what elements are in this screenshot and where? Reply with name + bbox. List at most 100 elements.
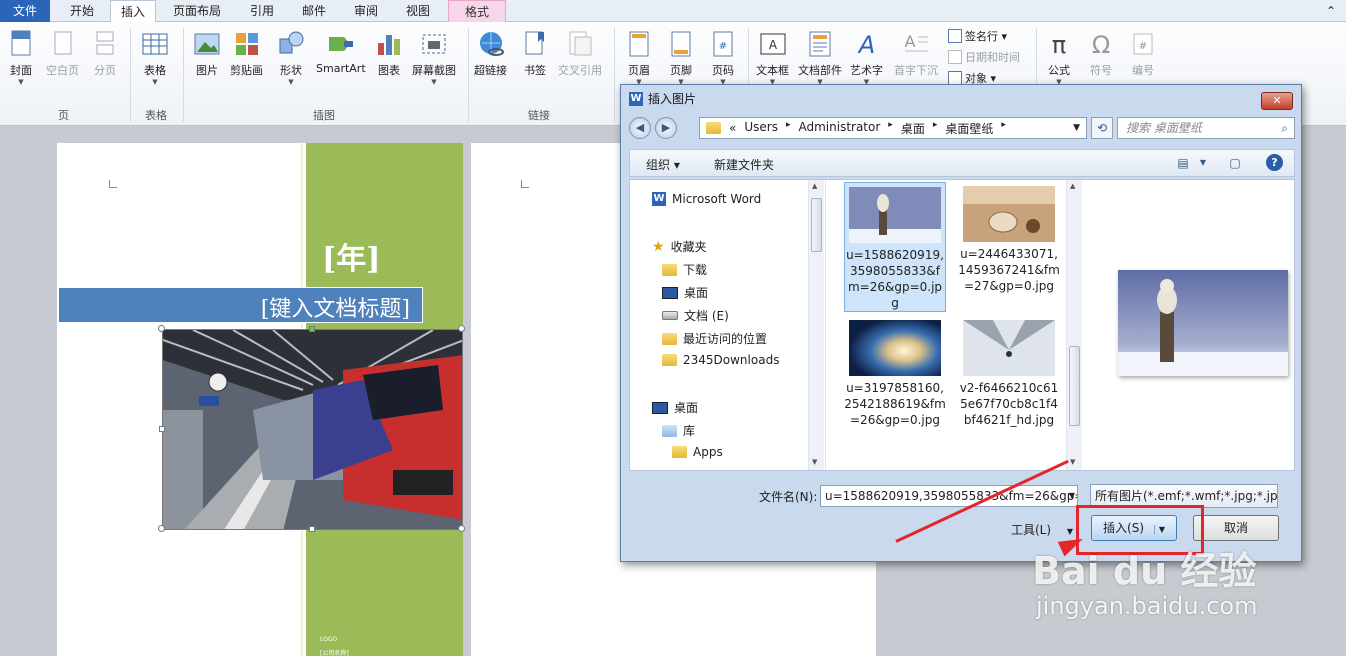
shapes-button[interactable]: 形状 ▼: [276, 28, 306, 86]
document-title-placeholder[interactable]: [键入文档标题]: [261, 291, 410, 323]
address-bar[interactable]: « Users ▸ Administrator ▸ 桌面 ▸ 桌面壁纸 ▸ ▼: [699, 117, 1087, 139]
wordart-button[interactable]: A 艺术字 ▼: [850, 28, 883, 86]
file-item[interactable]: v2-f6466210c615e67f70cb8c1f4bf4621f_hd.j…: [958, 316, 1060, 428]
equation-button[interactable]: π 公式 ▼: [1044, 28, 1074, 86]
refresh-button[interactable]: ⟲: [1091, 117, 1113, 139]
breadcrumb-separator-icon[interactable]: ▸: [1001, 120, 1006, 137]
nav-item[interactable]: 2345Downloads: [662, 353, 779, 367]
nav-item[interactable]: 最近访问的位置: [662, 330, 767, 347]
logo-placeholder: LOGO: [320, 636, 338, 643]
tab-7[interactable]: 视图: [394, 0, 442, 22]
screenshot-button[interactable]: 屏幕截图 ▼: [412, 28, 456, 86]
cross-reference-button[interactable]: 交叉引用: [558, 28, 602, 78]
resize-handle[interactable]: [309, 526, 315, 532]
breadcrumb-item[interactable]: Administrator: [798, 120, 880, 137]
nav-scrollbar[interactable]: ▲ ▼: [808, 180, 824, 470]
chevron-down-icon[interactable]: ▼: [1069, 486, 1075, 506]
tab-8[interactable]: 格式: [448, 0, 506, 22]
document-title-box[interactable]: [键入文档标题]: [58, 287, 423, 323]
resize-handle[interactable]: [458, 325, 465, 332]
file-scrollbar[interactable]: ▲ ▼: [1066, 180, 1082, 470]
symbol-button[interactable]: Ω 符号: [1086, 28, 1116, 78]
help-icon[interactable]: ?: [1266, 154, 1283, 171]
search-icon[interactable]: ⌕: [1281, 118, 1288, 138]
page-break-button[interactable]: 分页: [90, 28, 120, 78]
scroll-down-icon[interactable]: ▼: [1070, 458, 1075, 466]
clipart-button[interactable]: 剪贴画: [230, 28, 263, 78]
tab-4[interactable]: 引用: [238, 0, 286, 22]
nav-item[interactable]: 桌面: [662, 284, 708, 301]
header-button[interactable]: 页眉 ▼: [624, 28, 654, 86]
resize-handle[interactable]: [158, 325, 165, 332]
date-time-button[interactable]: 日期和时间: [948, 49, 1020, 65]
file-item[interactable]: u=1588620919,3598055833&fm=26&gp=0.jpg: [844, 182, 946, 312]
scroll-thumb[interactable]: [1069, 346, 1080, 426]
cover-page-button[interactable]: 封面 ▼: [6, 28, 36, 86]
tab-3[interactable]: 页面布局: [162, 0, 232, 22]
nav-item[interactable]: 库: [662, 422, 695, 439]
signature-line-button[interactable]: 签名行 ▾: [948, 28, 1007, 44]
hyperlink-button[interactable]: 超链接: [474, 28, 507, 78]
nav-item[interactable]: Apps: [672, 445, 723, 459]
picture-button[interactable]: 图片: [192, 28, 222, 78]
forward-button[interactable]: ▶: [655, 117, 677, 139]
cancel-button[interactable]: 取消: [1193, 515, 1279, 541]
breadcrumb-item[interactable]: 桌面壁纸: [945, 120, 993, 137]
file-item[interactable]: u=3197858160,2542188619&fm=26&gp=0.jpg: [844, 316, 946, 428]
breadcrumb-item[interactable]: Users: [744, 120, 778, 137]
search-input[interactable]: 搜索 桌面壁纸 ⌕: [1117, 117, 1295, 139]
number-button[interactable]: # 编号: [1128, 28, 1158, 78]
scroll-down-icon[interactable]: ▼: [812, 458, 817, 466]
table-button[interactable]: 表格 ▼: [140, 28, 170, 86]
resize-handle[interactable]: [159, 426, 165, 432]
scroll-up-icon[interactable]: ▲: [1070, 182, 1075, 190]
breadcrumb-prefix[interactable]: «: [729, 121, 736, 135]
close-button[interactable]: ✕: [1261, 92, 1293, 110]
breadcrumb-separator-icon[interactable]: ▸: [786, 120, 791, 137]
chart-button[interactable]: 图表: [374, 28, 404, 78]
nav-item[interactable]: ★ 收藏夹: [652, 238, 707, 255]
drop-cap-button[interactable]: A 首字下沉: [894, 28, 938, 78]
footer-button[interactable]: 页脚 ▼: [666, 28, 696, 86]
breadcrumb-item[interactable]: 桌面: [901, 120, 925, 137]
tab-0[interactable]: 文件: [0, 0, 50, 22]
resize-handle[interactable]: [458, 525, 465, 532]
ribbon-group-label: 插图: [313, 109, 335, 122]
organize-button[interactable]: 组织 ▾: [646, 156, 680, 173]
scroll-thumb[interactable]: [811, 198, 822, 252]
rotate-handle[interactable]: [309, 326, 315, 332]
nav-item[interactable]: 下载: [662, 261, 707, 278]
page-number-button[interactable]: # 页码 ▼: [708, 28, 738, 86]
textbox-button[interactable]: A 文本框 ▼: [756, 28, 789, 86]
tab-1[interactable]: 开始: [56, 0, 108, 22]
smartart-button[interactable]: SmartArt: [316, 28, 366, 75]
tab-5[interactable]: 邮件: [290, 0, 338, 22]
nav-item[interactable]: W Microsoft Word: [652, 192, 761, 206]
bookmark-button[interactable]: 书签: [520, 28, 550, 78]
nav-item[interactable]: 文档 (E): [662, 307, 729, 324]
scroll-up-icon[interactable]: ▲: [812, 182, 817, 190]
file-name-input[interactable]: u=1588620919,3598055833&fm=26&gp=0.jpg ▼: [820, 485, 1078, 507]
company-placeholder: [公司名称]: [320, 650, 349, 656]
tab-2[interactable]: 插入: [110, 0, 156, 23]
breadcrumb-separator-icon[interactable]: ▸: [888, 120, 893, 137]
tab-6[interactable]: 审阅: [342, 0, 390, 22]
baidu-watermark-url: jingyan.baidu.com: [1036, 592, 1258, 620]
chevron-down-icon[interactable]: ▼: [1073, 123, 1080, 133]
breadcrumb-separator-icon[interactable]: ▸: [933, 120, 938, 137]
new-folder-button[interactable]: 新建文件夹: [714, 156, 774, 173]
folder-icon: [706, 122, 721, 134]
year-placeholder[interactable]: [年]: [322, 234, 380, 278]
train-photo[interactable]: [162, 329, 463, 530]
tools-menu[interactable]: 工具(L) ▼: [1011, 521, 1073, 538]
ribbon-collapse-button[interactable]: ⌃: [1316, 0, 1346, 22]
quick-parts-button[interactable]: 文档部件 ▼: [798, 28, 842, 86]
blank-page-button[interactable]: 空白页: [46, 28, 79, 78]
chevron-down-icon[interactable]: ▼: [1194, 154, 1212, 172]
back-button[interactable]: ◀: [629, 117, 651, 139]
file-item[interactable]: u=2446433071,1459367241&fm=27&gp=0.jpg: [958, 182, 1060, 294]
nav-item[interactable]: 桌面: [652, 399, 698, 416]
view-options-icon[interactable]: ▤: [1174, 154, 1192, 172]
preview-pane-icon[interactable]: ▢: [1226, 154, 1244, 172]
resize-handle[interactable]: [158, 525, 165, 532]
